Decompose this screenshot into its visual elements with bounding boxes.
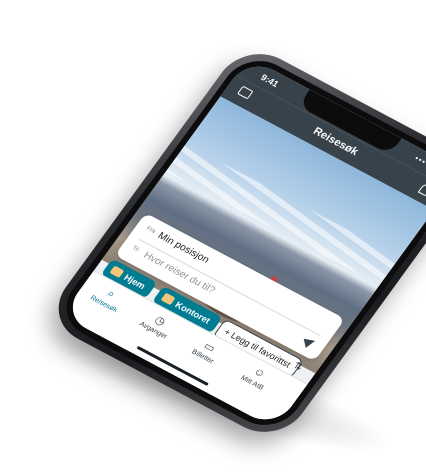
location-arrow-icon[interactable] (303, 336, 317, 348)
phone-device: 9:41 ••• ▴ ▮ Reisesøk Fra Min posisjon T… (42, 40, 426, 446)
office-icon (160, 292, 176, 306)
home-avatar-icon (109, 265, 125, 278)
status-time: 9:41 (258, 72, 281, 89)
to-label: Til (130, 245, 140, 254)
from-label: Fra (144, 225, 157, 235)
